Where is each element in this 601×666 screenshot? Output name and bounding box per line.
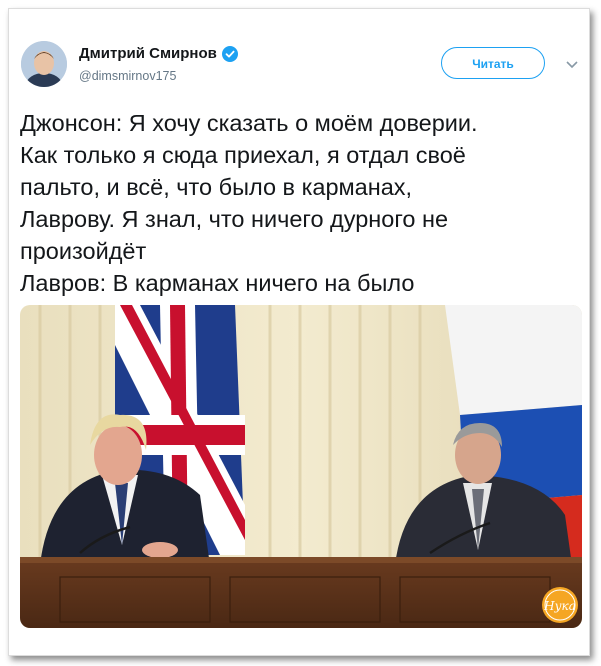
tweet-line: Как только я сюда приехал, я отдал своё [20, 142, 466, 168]
verified-badge-icon [221, 45, 238, 62]
tweet-line: Лавров: В карманах ничего на было [20, 270, 415, 296]
tweet-text: Джонсон: Я хочу сказать о моём доверии. … [20, 107, 580, 299]
podium [20, 557, 582, 628]
chevron-down-icon[interactable] [565, 57, 579, 69]
tweet-line: произойдёт [20, 238, 147, 264]
author-name[interactable]: Дмитрий Смирнов [79, 45, 238, 62]
tweet-photo[interactable]: Нука [20, 305, 582, 628]
tweet-card: Дмитрий Смирнов @dimsmirnov175 Читать Дж… [8, 8, 590, 656]
tweet-line: пальто, и всё, что было в карманах, [20, 174, 413, 200]
tweet-line: Джонсон: Я хочу сказать о моём доверии. [20, 110, 478, 136]
svg-text:Нука: Нука [543, 599, 576, 613]
follow-button[interactable]: Читать [441, 47, 545, 79]
tweet-line: Лаврову. Я знал, что ничего дурного не [20, 206, 449, 232]
watermark-logo: Нука [542, 587, 578, 623]
avatar[interactable] [21, 41, 67, 87]
author-name-text[interactable]: Дмитрий Смирнов [79, 45, 217, 62]
author-handle[interactable]: @dimsmirnov175 [79, 69, 176, 83]
